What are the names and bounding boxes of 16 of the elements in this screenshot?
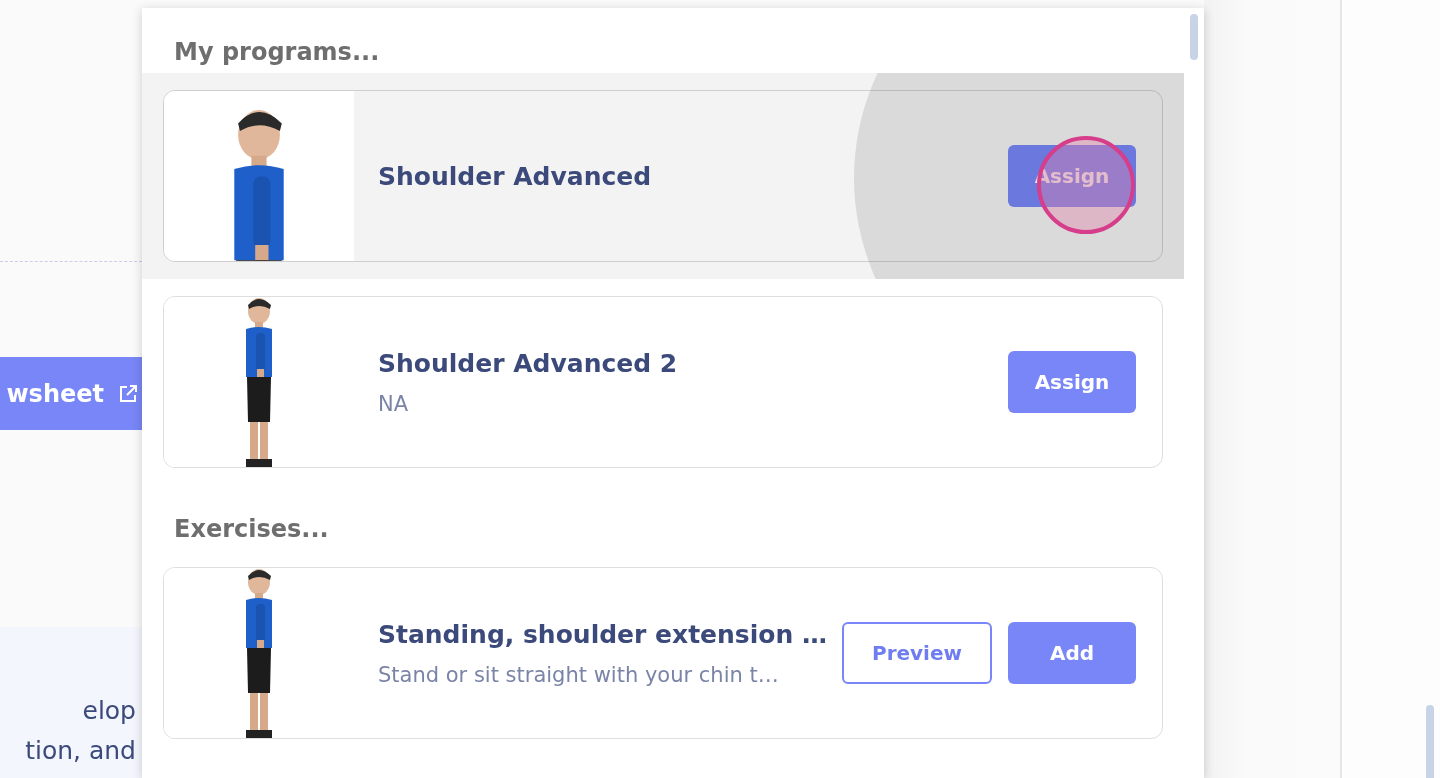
- scrollbar-thumb[interactable]: [1426, 705, 1434, 778]
- link-button[interactable]: wsheet: [0, 357, 142, 430]
- external-link-icon: [118, 383, 138, 404]
- description-text: elop: [82, 695, 137, 727]
- action-button[interactable]: Add: [1008, 622, 1136, 684]
- preview-button[interactable]: Preview: [842, 622, 992, 684]
- item-description: Stand or sit straight with your chin t…: [378, 662, 780, 687]
- item-title: Standing, shoulder extension …: [378, 619, 828, 649]
- action-button[interactable]: Assign: [1008, 351, 1136, 413]
- item-description: NA: [378, 391, 410, 416]
- item-title: Shoulder Advanced 2: [378, 348, 679, 378]
- item-title: Shoulder Advanced: [378, 161, 653, 191]
- section-heading: My programs...: [173, 37, 381, 68]
- description-text: tion, and: [25, 735, 137, 767]
- section-heading: Exercises...: [173, 514, 330, 545]
- scrollbar-thumb[interactable]: [1190, 14, 1198, 60]
